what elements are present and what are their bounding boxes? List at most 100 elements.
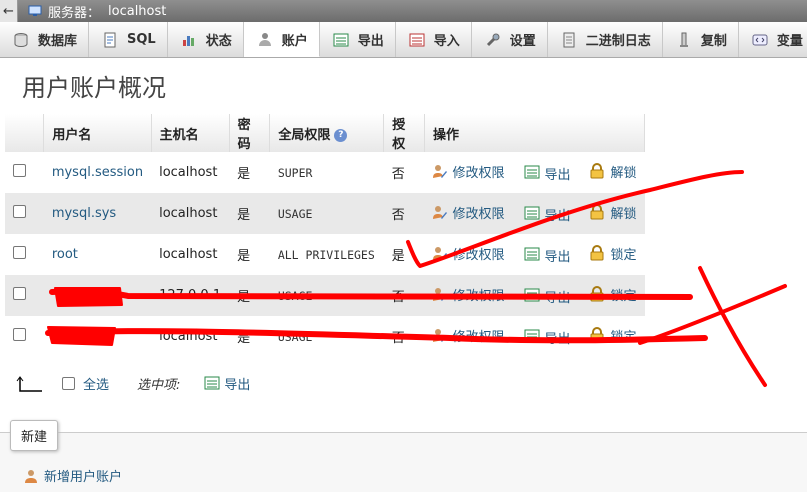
- lock-label: 锁定: [610, 329, 637, 345]
- help-icon[interactable]: ?: [334, 128, 348, 142]
- actions-cell: 修改权限 导出 锁定: [424, 275, 645, 316]
- username-cell[interactable]: mysql.session: [43, 152, 152, 193]
- lock-link[interactable]: 锁定: [590, 244, 637, 263]
- tab-variables[interactable]: 变量: [739, 22, 807, 57]
- add-user-icon: [24, 469, 38, 483]
- add-user-link[interactable]: 新增用户账户: [24, 466, 122, 485]
- username-cell[interactable]: mysql.sys: [43, 193, 152, 234]
- import-icon: [408, 31, 426, 49]
- host-cell: localhost: [151, 193, 230, 234]
- edit-privileges-link[interactable]: 修改权限: [432, 326, 504, 345]
- password-header[interactable]: 密码: [229, 114, 271, 152]
- tab-label: 导入: [433, 34, 460, 49]
- edit-privileges-label: 修改权限: [452, 206, 505, 222]
- row-checkbox[interactable]: [13, 164, 26, 177]
- lock-link[interactable]: 锁定: [590, 285, 637, 304]
- tab-replication[interactable]: 复制: [663, 22, 739, 57]
- row-checkbox[interactable]: [13, 287, 26, 300]
- password-cell: 是: [229, 275, 270, 316]
- row-select-cell: [5, 316, 44, 357]
- server-name-link[interactable]: localhost: [108, 4, 166, 19]
- password-cell: 是: [229, 193, 270, 234]
- tab-label: 账户: [281, 33, 308, 49]
- table-row: localhost 是 USAGE 否 修改权限 导出 锁定: [5, 316, 645, 357]
- row-checkbox[interactable]: [13, 246, 26, 259]
- edit-privileges-link[interactable]: 修改权限: [432, 244, 504, 263]
- lock-link[interactable]: 解锁: [590, 162, 637, 181]
- export-link[interactable]: 导出: [524, 205, 570, 224]
- password-cell: 是: [229, 152, 270, 193]
- lock-icon: [590, 204, 606, 220]
- grant-cell: 否: [383, 152, 425, 193]
- lock-link[interactable]: 解锁: [590, 203, 637, 222]
- host-header[interactable]: 主机名: [151, 114, 230, 152]
- row-checkbox[interactable]: [13, 328, 26, 341]
- grant-cell: 否: [383, 316, 425, 357]
- password-cell: 是: [229, 234, 270, 275]
- host-cell: localhost: [151, 234, 230, 275]
- tab-binary-log[interactable]: 二进制日志: [548, 22, 663, 57]
- tab-label: 设置: [509, 34, 536, 49]
- tab-settings[interactable]: 设置: [472, 22, 548, 57]
- tab-import[interactable]: 导入: [396, 22, 472, 57]
- edit-privileges-link[interactable]: 修改权限: [432, 285, 504, 304]
- row-checkbox[interactable]: [13, 205, 26, 218]
- server-label: 服务器：: [48, 5, 101, 21]
- export-icon: [524, 329, 540, 345]
- select-column-header: [5, 114, 45, 152]
- privileges-cell: SUPER: [269, 152, 384, 193]
- sql-icon: [101, 31, 119, 49]
- privileges-cell: ALL PRIVILEGES: [269, 234, 384, 275]
- bulk-export-button[interactable]: 导出: [204, 374, 250, 393]
- host-cell: localhost: [151, 152, 230, 193]
- edit-user-icon: [432, 327, 448, 343]
- tab-databases[interactable]: 数据库: [0, 22, 90, 57]
- export-label: 导出: [544, 290, 571, 306]
- select-all-label[interactable]: 全选: [83, 374, 109, 393]
- username-header[interactable]: 用户名: [43, 114, 152, 152]
- export-label: 导出: [544, 167, 571, 183]
- actions-cell: 修改权限 导出 锁定: [424, 316, 645, 357]
- edit-user-icon: [432, 286, 448, 302]
- privileges-cell: USAGE: [269, 275, 384, 316]
- tab-accounts[interactable]: 账户: [243, 22, 320, 57]
- lock-label: 锁定: [610, 247, 637, 263]
- tab-label: 状态: [205, 34, 232, 49]
- user-rows: mysql.session localhost 是 SUPER 否修改权限 导出 解锁 mys…: [5, 152, 645, 357]
- back-arrow-icon[interactable]: ←: [0, 0, 18, 22]
- tab-label: 二进制日志: [585, 34, 651, 49]
- username-cell[interactable]: [43, 316, 152, 357]
- export-link[interactable]: 导出: [524, 287, 570, 306]
- table-row: root localhost 是 ALL PRIVILEGES 是修改权限 导出 锁定: [5, 234, 645, 275]
- row-select-cell: [5, 234, 44, 275]
- table-row: mysql.session localhost 是 SUPER 否 修改权限 导出 解锁: [5, 152, 645, 193]
- variables-icon: [751, 31, 769, 49]
- tab-sql[interactable]: SQL: [89, 22, 168, 57]
- grant-header[interactable]: 授权: [383, 114, 425, 152]
- privileges-cell: USAGE: [269, 193, 384, 234]
- export-icon: [524, 206, 540, 222]
- username-cell[interactable]: [43, 275, 152, 316]
- tab-export[interactable]: 导出: [320, 22, 396, 57]
- table-row: mysql.sys localhost 是 USAGE 否 修改权限 导出 解锁: [5, 193, 645, 234]
- export-label: 导出: [544, 249, 571, 265]
- grant-cell: 否: [383, 193, 425, 234]
- export-link[interactable]: 导出: [524, 246, 570, 265]
- actions-cell: 修改权限 导出 解锁: [424, 193, 645, 234]
- edit-privileges-link[interactable]: 修改权限: [432, 162, 504, 181]
- lock-link[interactable]: 锁定: [590, 326, 637, 345]
- tab-label: SQL: [127, 32, 156, 47]
- select-all-checkbox[interactable]: [62, 377, 75, 390]
- bulk-export-label: 导出: [224, 378, 251, 393]
- edit-user-icon: [432, 204, 448, 220]
- row-select-cell: [5, 275, 44, 316]
- edit-privileges-link[interactable]: 修改权限: [432, 203, 504, 222]
- export-link[interactable]: 导出: [524, 328, 570, 347]
- username-cell[interactable]: root: [43, 234, 152, 275]
- database-icon: [12, 31, 30, 49]
- export-link[interactable]: 导出: [524, 164, 570, 183]
- tab-status[interactable]: 状态: [168, 22, 244, 57]
- export-icon: [332, 31, 350, 49]
- privileges-header: 全局权限?: [269, 114, 385, 152]
- tab-label: 数据库: [38, 34, 78, 49]
